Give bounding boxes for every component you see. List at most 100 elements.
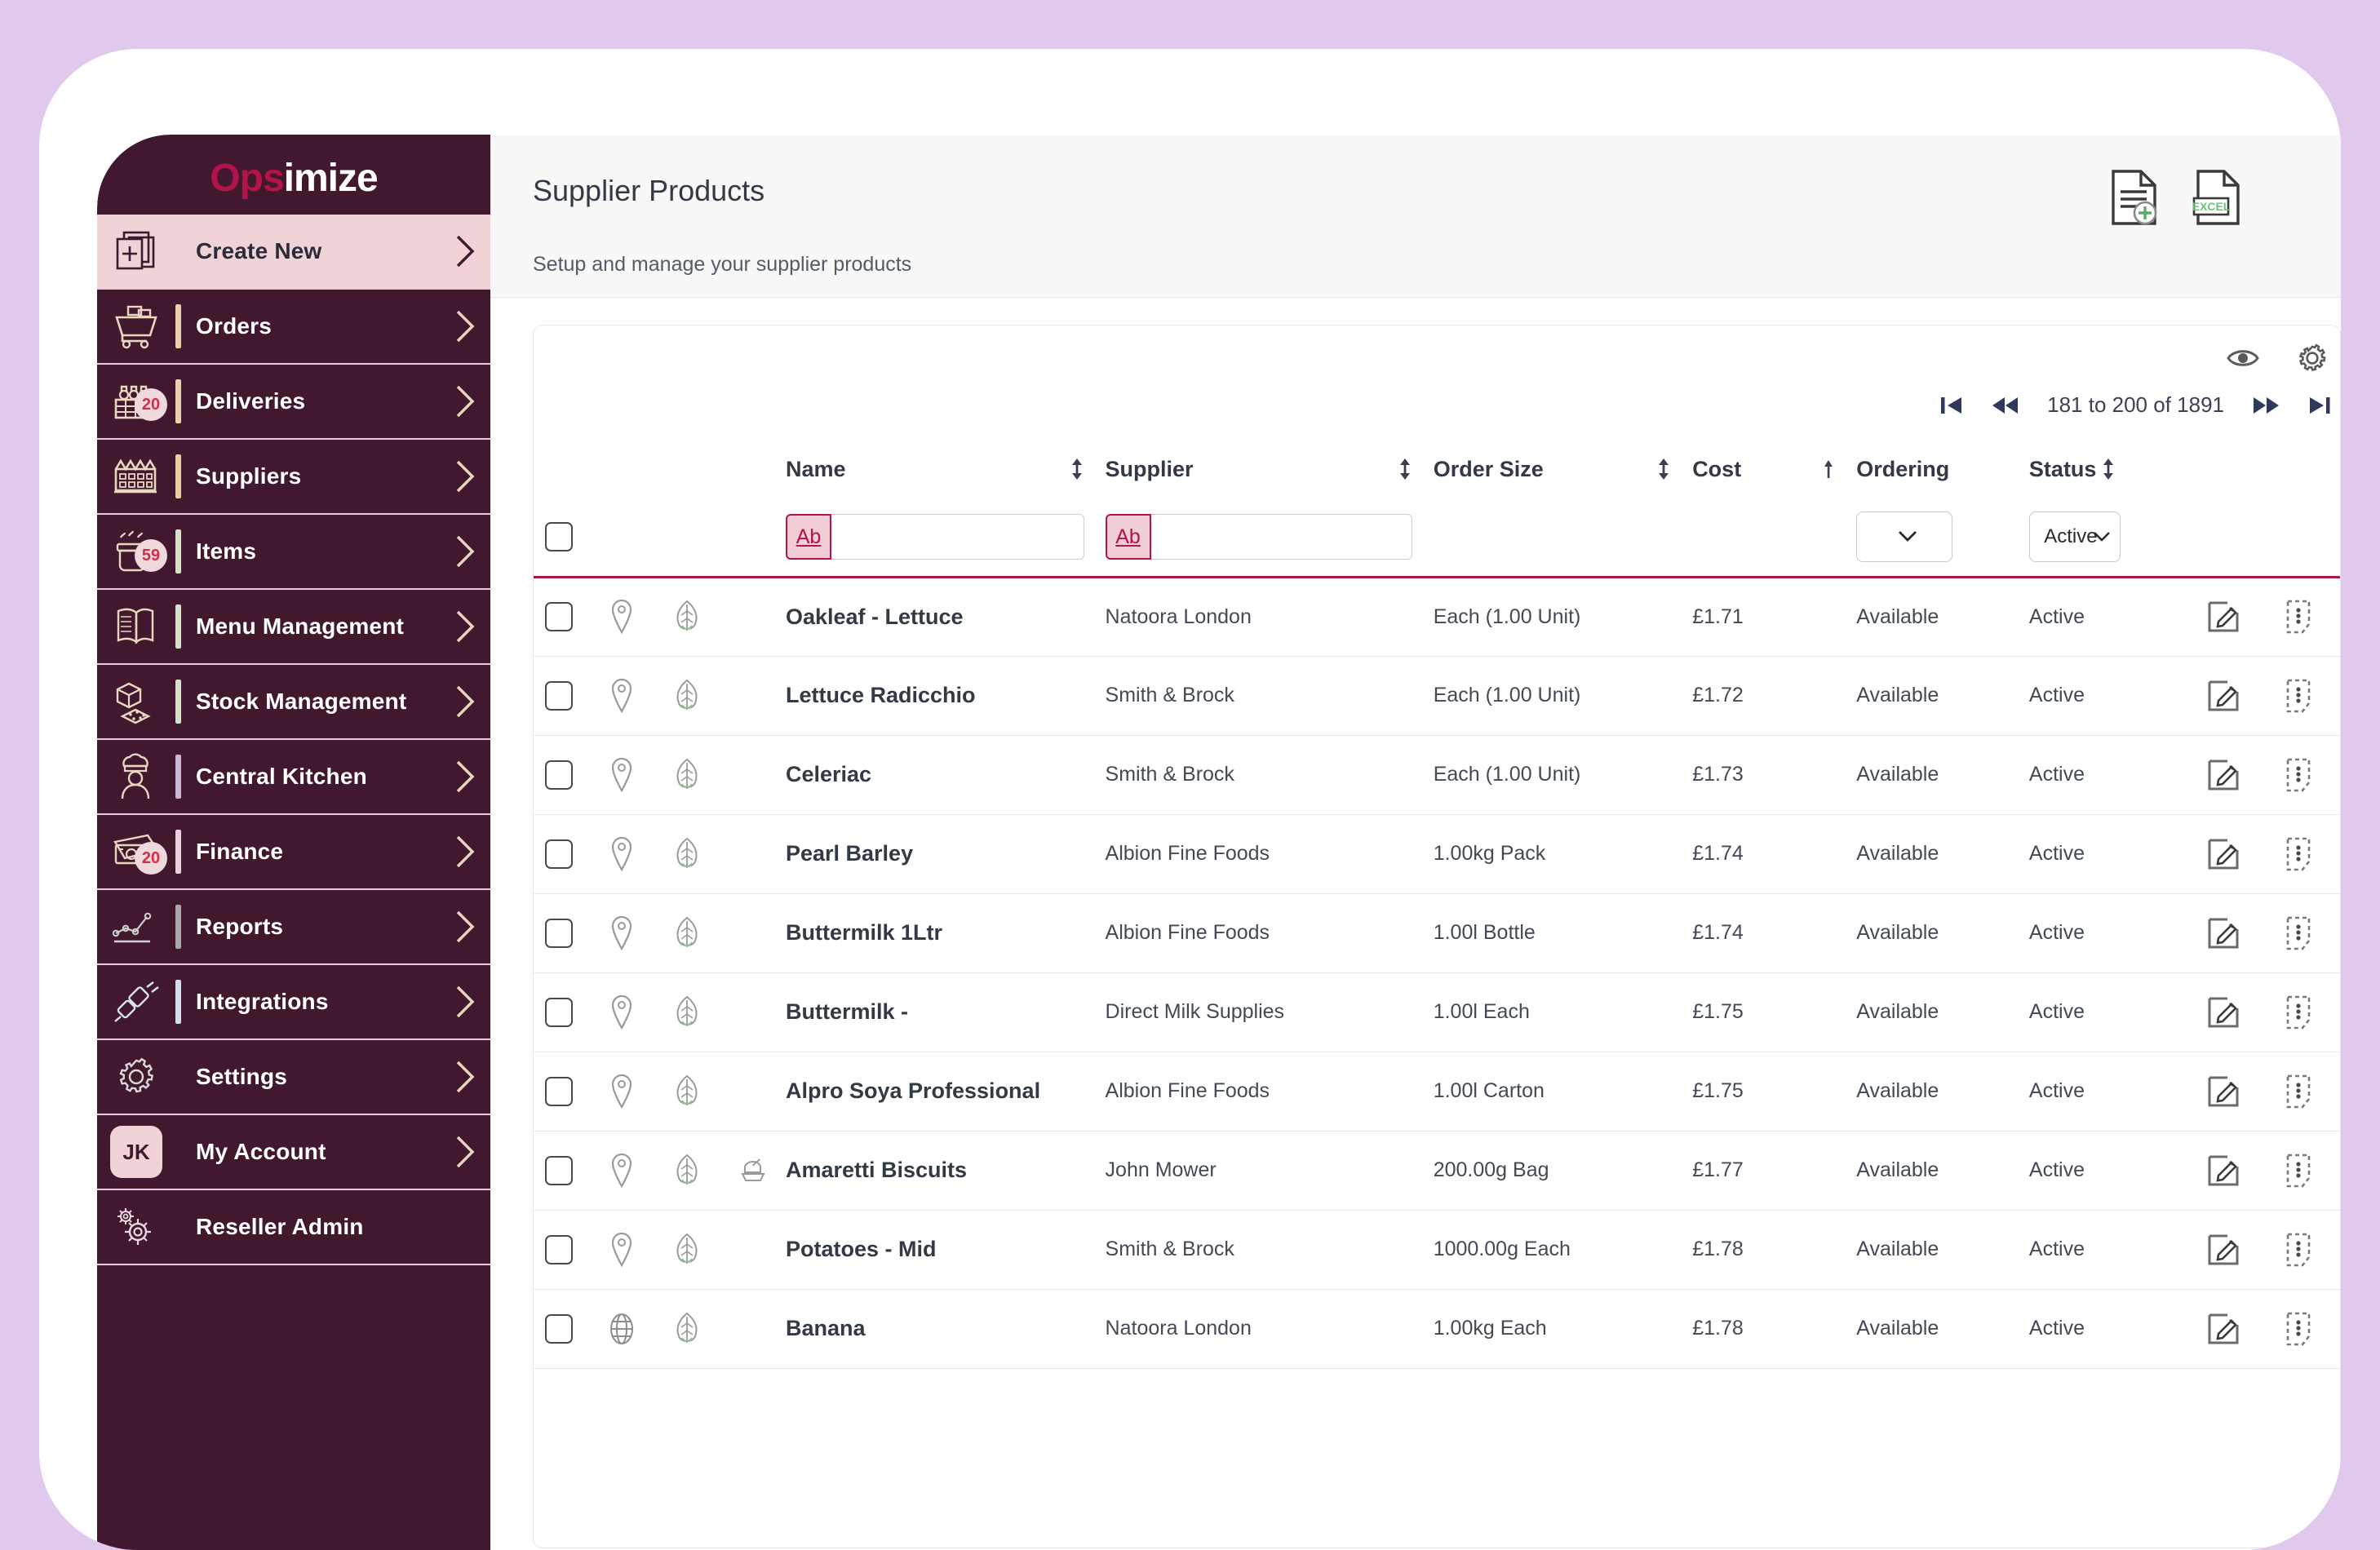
name-filter-type-button[interactable]: Ab	[785, 514, 831, 560]
sidebar-item-menu-management[interactable]: Menu Management	[97, 590, 490, 665]
gear-icon[interactable]	[2296, 342, 2329, 379]
row-checkbox[interactable]	[545, 1313, 573, 1344]
table-row[interactable]: Pearl Barley Albion Fine Foods 1.00kg Pack…	[534, 814, 2340, 894]
chevron-right-icon[interactable]	[440, 233, 490, 269]
row-checkbox[interactable]	[545, 839, 573, 869]
select-all-checkbox[interactable]	[545, 522, 573, 552]
row-checkbox[interactable]	[545, 997, 573, 1027]
leaf-icon[interactable]	[654, 656, 720, 736]
chevron-right-icon[interactable]	[440, 984, 490, 1020]
new-document-icon[interactable]	[2109, 169, 2160, 230]
name-filter-input[interactable]	[831, 514, 1084, 560]
column-header-cost[interactable]: Cost	[1692, 440, 1856, 498]
pin-icon[interactable]	[588, 1131, 655, 1211]
chevron-right-icon[interactable]	[440, 1134, 490, 1170]
row-menu-icon[interactable]	[2263, 835, 2340, 873]
pin-icon[interactable]	[588, 1210, 655, 1290]
row-checkbox[interactable]	[545, 680, 573, 711]
row-menu-icon[interactable]	[2263, 914, 2340, 952]
chevron-right-icon[interactable]	[440, 458, 490, 494]
row-checkbox[interactable]	[545, 1155, 573, 1185]
supplier-filter-input[interactable]	[1150, 514, 1412, 560]
allergen-icon[interactable]	[720, 1131, 786, 1211]
row-checkbox[interactable]	[545, 760, 573, 790]
table-row[interactable]: Oakleaf - Lettuce Natoora London Each (1.0…	[534, 577, 2340, 657]
chevron-right-icon[interactable]	[440, 383, 490, 419]
leaf-icon[interactable]	[654, 1131, 720, 1211]
row-checkbox[interactable]	[545, 602, 573, 631]
pagination-prev-button[interactable]	[1992, 395, 2019, 416]
column-header-status[interactable]: Status	[2029, 440, 2184, 498]
sidebar-item-reports[interactable]: Reports	[97, 890, 490, 965]
sidebar-item-items[interactable]: 59 Items	[97, 515, 490, 590]
edit-icon[interactable]	[2184, 599, 2262, 635]
row-menu-icon[interactable]	[2263, 598, 2340, 636]
chevron-right-icon[interactable]	[440, 909, 490, 945]
pin-icon[interactable]	[588, 893, 655, 973]
row-menu-icon[interactable]	[2263, 677, 2340, 715]
edit-icon[interactable]	[2184, 1311, 2262, 1347]
row-checkbox[interactable]	[545, 918, 573, 948]
sort-both-icon[interactable]	[1398, 457, 1434, 481]
leaf-icon[interactable]	[654, 1052, 720, 1132]
pin-icon[interactable]	[588, 814, 655, 894]
chevron-right-icon[interactable]	[440, 1059, 490, 1095]
sidebar-item-reseller-admin[interactable]: Reseller Admin	[97, 1190, 490, 1265]
supplier-filter-type-button[interactable]: Ab	[1105, 514, 1151, 560]
pin-icon[interactable]	[588, 1052, 655, 1132]
row-menu-icon[interactable]	[2263, 1073, 2340, 1110]
chevron-right-icon[interactable]	[440, 684, 490, 720]
table-row[interactable]: Buttermilk 1Ltr Albion Fine Foods 1.00l Bo…	[534, 893, 2340, 973]
leaf-icon[interactable]	[654, 735, 720, 815]
row-checkbox[interactable]	[545, 1234, 573, 1264]
sidebar-item-deliveries[interactable]: 20 Deliveries	[97, 365, 490, 440]
pin-icon[interactable]	[588, 577, 655, 657]
edit-icon[interactable]	[2184, 1153, 2262, 1189]
sidebar-item-create-new[interactable]: Create New	[97, 215, 490, 290]
table-row[interactable]: Alpro Soya Professional Albion Fine Foods…	[534, 1052, 2340, 1132]
sidebar-item-stock-management[interactable]: Stock Management	[97, 665, 490, 740]
pin-icon[interactable]	[588, 656, 655, 736]
chevron-right-icon[interactable]	[440, 834, 490, 870]
leaf-icon[interactable]	[654, 1289, 720, 1369]
sidebar-item-integrations[interactable]: Integrations	[97, 965, 490, 1040]
column-header-name[interactable]: Name	[786, 440, 1106, 498]
table-row[interactable]: Buttermilk - Direct Milk Supplies 1.00l Ea…	[534, 972, 2340, 1052]
edit-icon[interactable]	[2184, 836, 2262, 872]
row-checkbox[interactable]	[545, 1076, 573, 1106]
edit-icon[interactable]	[2184, 1232, 2262, 1268]
leaf-icon[interactable]	[654, 577, 720, 657]
pagination-last-button[interactable]	[2307, 395, 2332, 416]
edit-icon[interactable]	[2184, 994, 2262, 1030]
pin-icon[interactable]	[588, 735, 655, 815]
sidebar-item-orders[interactable]: Orders	[97, 290, 490, 365]
leaf-icon[interactable]	[654, 1210, 720, 1290]
sidebar-item-settings[interactable]: Settings	[97, 1040, 490, 1115]
row-menu-icon[interactable]	[2263, 1310, 2340, 1348]
row-menu-icon[interactable]	[2263, 756, 2340, 794]
pagination-first-button[interactable]	[1939, 395, 1964, 416]
table-row[interactable]: Lettuce Radicchio Smith & Brock Each (1.00…	[534, 656, 2340, 736]
row-menu-icon[interactable]	[2263, 1231, 2340, 1269]
sort-both-icon[interactable]	[2101, 457, 2116, 481]
sort-both-icon[interactable]	[1070, 457, 1106, 481]
sidebar-item-central-kitchen[interactable]: Central Kitchen	[97, 740, 490, 815]
globe-icon[interactable]	[588, 1289, 655, 1369]
edit-icon[interactable]	[2184, 1074, 2262, 1109]
sort-both-icon[interactable]	[1656, 457, 1692, 481]
sidebar-item-finance[interactable]: 20 Finance	[97, 815, 490, 890]
edit-icon[interactable]	[2184, 915, 2262, 951]
leaf-icon[interactable]	[654, 972, 720, 1052]
edit-icon[interactable]	[2184, 757, 2262, 793]
pin-icon[interactable]	[588, 972, 655, 1052]
sort-asc-icon[interactable]	[1822, 457, 1856, 481]
sidebar-item-suppliers[interactable]: Suppliers	[97, 440, 490, 515]
column-header-ordering[interactable]: Ordering	[1856, 440, 2029, 498]
edit-icon[interactable]	[2184, 678, 2262, 714]
excel-export-icon[interactable]: EXCEL	[2192, 169, 2243, 230]
ordering-filter-select[interactable]	[1856, 512, 1953, 563]
row-menu-icon[interactable]	[2263, 1152, 2340, 1189]
leaf-icon[interactable]	[654, 893, 720, 973]
chevron-right-icon[interactable]	[440, 759, 490, 795]
leaf-icon[interactable]	[654, 814, 720, 894]
